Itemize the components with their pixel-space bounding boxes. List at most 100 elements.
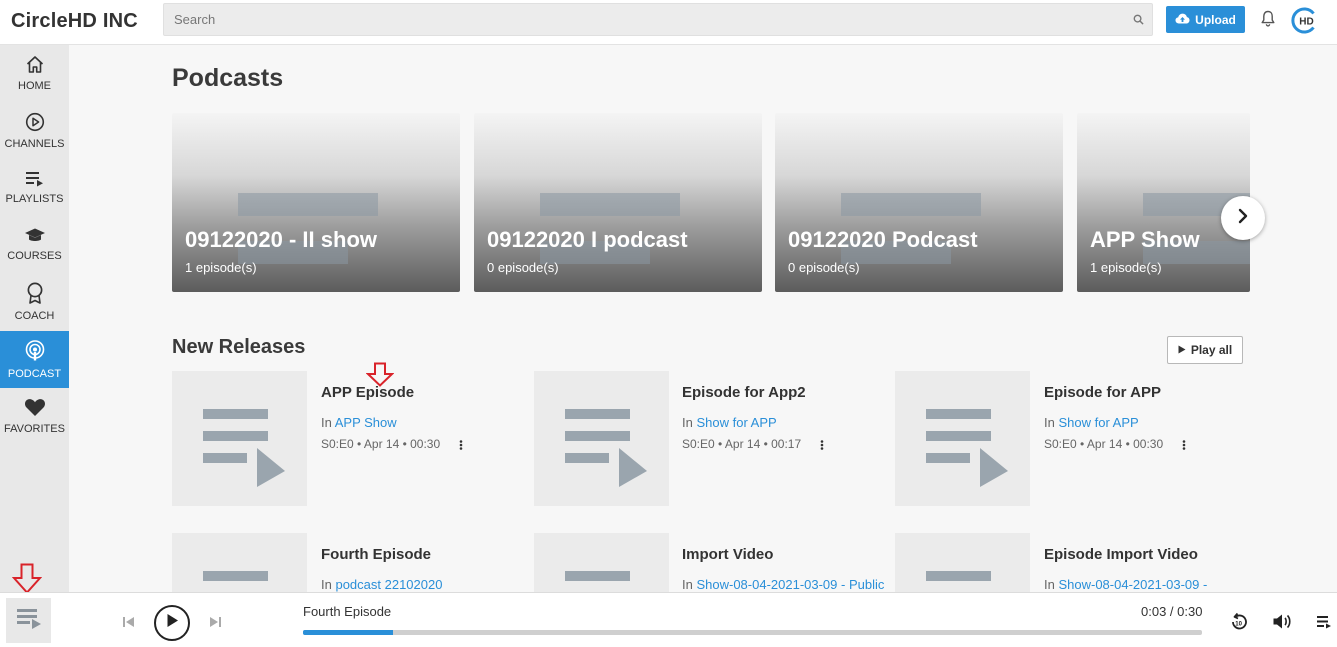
playlist-icon [565, 409, 647, 487]
episode-show: In Show-08-04-2021-03-09 - Public [682, 577, 885, 592]
sidebar-item-podcast[interactable]: PODCAST [0, 331, 69, 388]
playlist-icon [203, 409, 285, 487]
brand-name[interactable]: CircleHD INC [11, 10, 138, 33]
podcast-card-title: APP Show [1090, 227, 1200, 252]
sidebar-item-label: COURSES [7, 250, 62, 262]
playlist-icon [25, 170, 45, 193]
volume-icon[interactable] [1272, 613, 1292, 635]
more-options-icon[interactable] [458, 438, 464, 452]
skip-previous-icon[interactable] [122, 615, 136, 633]
audio-player: Fourth Episode 0:03 / 0:30 10 [0, 592, 1337, 647]
replay-10-icon[interactable]: 10 [1229, 612, 1249, 637]
episode-thumbnail[interactable] [895, 533, 1030, 592]
more-options-icon[interactable] [1181, 438, 1187, 452]
skip-next-icon[interactable] [208, 615, 222, 633]
annotation-arrow-icon [365, 362, 395, 392]
episode-show-link[interactable]: Show-08-04-2021-03-09 - [1058, 577, 1207, 592]
search-bar[interactable] [163, 3, 1153, 36]
sidebar-item-favorites[interactable]: FAVORITES [0, 388, 69, 445]
podcast-card[interactable]: 09122020 - II show 1 episode(s) [172, 113, 460, 292]
podcast-card[interactable]: 09122020 Podcast 0 episode(s) [775, 113, 1063, 292]
sidebar-item-coach[interactable]: COACH [0, 273, 69, 330]
queue-list-icon[interactable] [1316, 614, 1332, 634]
podcast-card-title: 09122020 Podcast [788, 227, 978, 252]
sidebar-item-label: PODCAST [7, 367, 62, 380]
heart-icon [24, 398, 46, 423]
progress-fill [303, 630, 393, 635]
sidebar-item-playlists[interactable]: PLAYLISTS [0, 159, 69, 216]
episode-show: In podcast 22102020 [321, 577, 443, 592]
playlist-icon [926, 571, 991, 581]
bell-icon[interactable] [1260, 10, 1276, 32]
episode-show-link[interactable]: Show-08-04-2021-03-09 - Public [696, 577, 884, 592]
playback-time: 0:03 / 0:30 [1141, 604, 1203, 619]
sidebar-item-courses[interactable]: COURSES [0, 216, 69, 273]
podcast-card-title: 09122020 I podcast [487, 227, 688, 252]
podcast-card[interactable]: APP Show 1 episode(s) [1077, 113, 1250, 292]
sidebar-item-channels[interactable]: CHANNELS [0, 102, 69, 159]
episode-show-link[interactable]: Show for APP [696, 415, 776, 430]
podcast-card-count: 0 episode(s) [487, 260, 559, 275]
podcast-card-count: 1 episode(s) [185, 260, 257, 275]
episode-show: In Show for APP [682, 415, 777, 430]
search-input[interactable] [164, 4, 1104, 35]
episode-meta: S0:E0 • Apr 14 • 00:30 [1044, 437, 1164, 451]
play-circle-icon [25, 112, 45, 138]
episode-title[interactable]: Episode for APP [1044, 384, 1161, 401]
podcast-card-title: 09122020 - II show [185, 227, 377, 252]
sidebar-item-home[interactable]: HOME [0, 45, 69, 102]
chevron-right-icon [1237, 208, 1249, 229]
queue-button[interactable] [6, 598, 51, 643]
episode-thumbnail[interactable] [534, 371, 669, 506]
top-header: CircleHD INC Upload HD [0, 0, 1337, 45]
episode-title[interactable]: Import Video [682, 546, 773, 563]
podcast-card-count: 1 episode(s) [1090, 260, 1162, 275]
new-releases-heading: New Releases [172, 336, 306, 358]
episode-thumbnail[interactable] [534, 533, 669, 592]
episode-title[interactable]: Fourth Episode [321, 546, 431, 563]
episode-meta: S0:E0 • Apr 14 • 00:30 [321, 437, 441, 451]
sidebar-item-label: CHANNELS [4, 137, 65, 150]
now-playing-title: Fourth Episode [303, 604, 392, 619]
podcast-card-count: 0 episode(s) [788, 260, 860, 275]
episode-title[interactable]: Episode for App2 [682, 384, 806, 401]
sidebar: HOME CHANNELS PLAYLISTS COURSES COACH PO… [0, 45, 69, 592]
svg-text:10: 10 [1235, 621, 1242, 627]
avatar-text: HD [1299, 17, 1313, 28]
episode-show: In APP Show [321, 415, 397, 430]
playlist-icon [15, 605, 43, 636]
episode-thumbnail[interactable] [895, 371, 1030, 506]
playlist-icon [203, 571, 268, 581]
upload-button[interactable]: Upload [1166, 6, 1245, 33]
play-button[interactable] [154, 605, 190, 641]
episode-title[interactable]: Episode Import Video [1044, 546, 1198, 563]
episode-show-link[interactable]: podcast 22102020 [335, 577, 442, 592]
playlist-icon [565, 571, 630, 581]
episode-show: In Show-08-04-2021-03-09 - [1044, 577, 1208, 592]
avatar[interactable]: HD [1291, 7, 1318, 34]
search-icon[interactable] [1133, 12, 1144, 30]
play-icon [166, 613, 179, 633]
play-all-button[interactable]: Play all [1167, 336, 1243, 364]
episode-thumbnail[interactable] [172, 533, 307, 592]
podcast-icon [24, 339, 46, 368]
graduation-cap-icon [24, 227, 46, 250]
episode-show: In Show for APP [1044, 415, 1139, 430]
play-icon [1178, 343, 1186, 357]
play-all-label: Play all [1190, 343, 1233, 357]
episode-thumbnail[interactable] [172, 371, 307, 506]
podcast-card[interactable]: 09122020 I podcast 0 episode(s) [474, 113, 762, 292]
sidebar-item-label: HOME [18, 80, 51, 92]
carousel-next-button[interactable] [1221, 196, 1265, 240]
more-options-icon[interactable] [819, 438, 825, 452]
progress-bar[interactable] [303, 630, 1202, 635]
episode-show-link[interactable]: APP Show [335, 415, 397, 430]
sidebar-item-label: COACH [14, 309, 55, 322]
home-icon [25, 55, 45, 80]
sidebar-item-label: PLAYLISTS [5, 193, 64, 205]
podcasts-heading: Podcasts [172, 64, 284, 92]
episode-show-link[interactable]: Show for APP [1058, 415, 1138, 430]
sidebar-item-label: FAVORITES [4, 423, 65, 435]
cloud-upload-icon [1175, 13, 1190, 27]
playlist-icon [926, 409, 1008, 487]
